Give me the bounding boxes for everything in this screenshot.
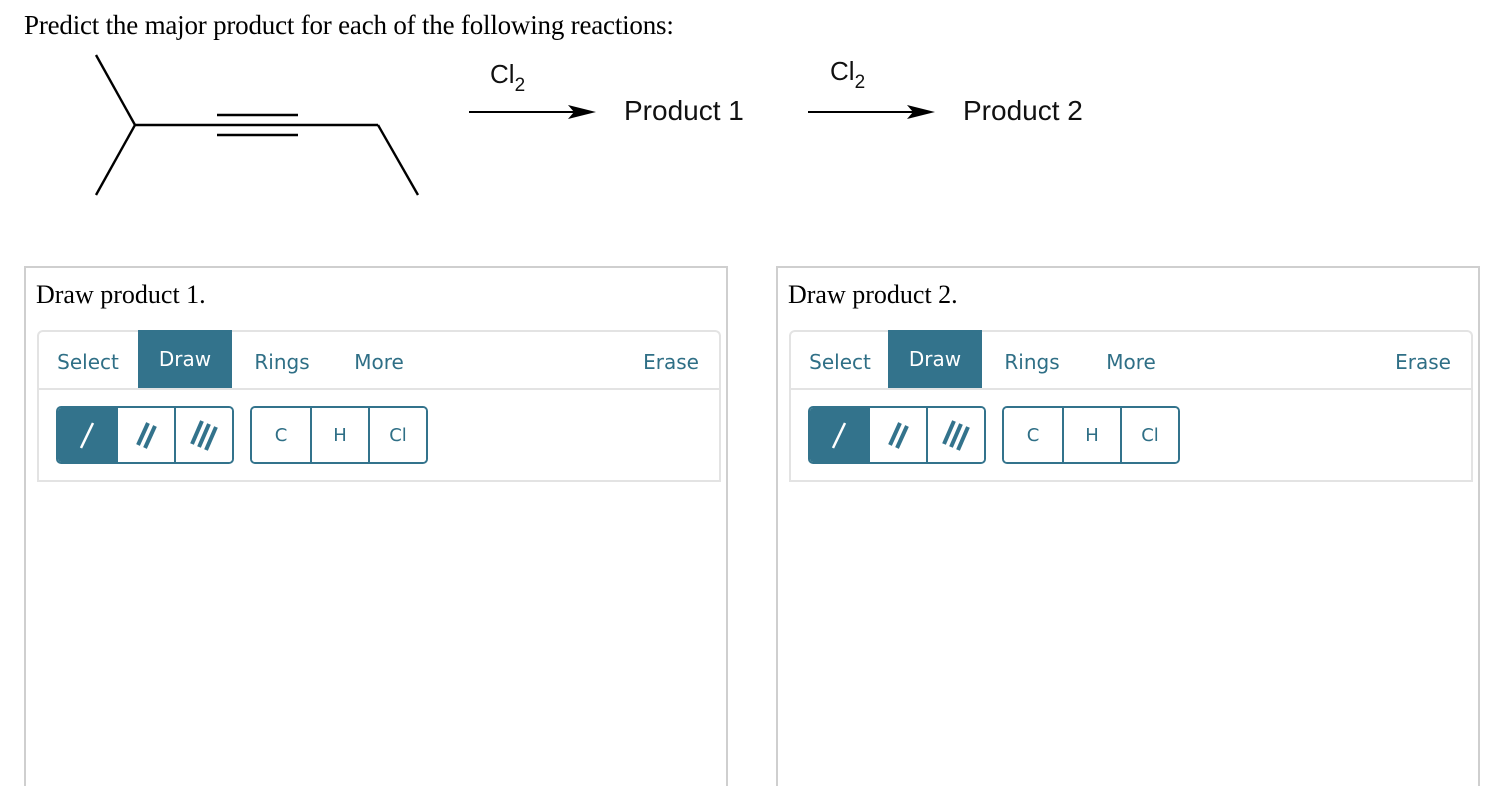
molecule-editor: Select Draw Rings More Erase C H Cl [789,330,1473,482]
bond [376,124,420,196]
reagent-1: Cl2 [490,59,525,96]
double-bond-icon [888,422,909,449]
bond [94,54,137,126]
bond-tool-group [808,406,986,464]
single-bond-icon [831,422,847,449]
draw-tools-panel: C H Cl [37,388,721,482]
reaction-arrow-1 [469,105,596,119]
erase-button[interactable]: Erase [1381,334,1465,390]
starting-material-structure [94,54,420,196]
atom-c-button[interactable]: C [252,408,310,462]
tab-draw[interactable]: Draw [138,330,232,388]
reaction-scheme: Cl2 Product 1 Cl2 Product 2 [94,54,1083,196]
triple-bond-button[interactable] [174,408,232,462]
single-bond-button[interactable] [58,408,116,462]
triple-bond-icon [190,420,218,451]
atom-tool-group: C H Cl [250,406,428,464]
draw-tools-panel: C H Cl [789,388,1473,482]
atom-h-button[interactable]: H [1062,408,1120,462]
product-1-label: Product 1 [624,95,744,126]
drawing-canvas[interactable] [778,486,1478,786]
atom-c-button[interactable]: C [1004,408,1062,462]
product-2-label: Product 2 [963,95,1083,126]
draw-panel-product-2: Draw product 2. Select Draw Rings More E… [776,266,1480,786]
erase-button[interactable]: Erase [629,334,713,390]
tab-rings[interactable]: Rings [989,334,1075,390]
triple-bond-button[interactable] [926,408,984,462]
bond-tool-group [56,406,234,464]
draw-panel-product-1: Draw product 1. Select Draw Rings More E… [24,266,728,786]
atom-h-button[interactable]: H [310,408,368,462]
panel-title: Draw product 2. [788,280,958,309]
single-bond-icon [79,422,95,449]
atom-tool-group: C H Cl [1002,406,1180,464]
reaction-arrow-2 [808,105,935,119]
molecule-editor: Select Draw Rings More Erase C H Cl [37,330,721,482]
double-bond-icon [136,422,157,449]
editor-toolbar: Select Draw Rings More Erase [37,330,721,388]
tab-select[interactable]: Select [43,334,133,390]
editor-toolbar: Select Draw Rings More Erase [789,330,1473,388]
bond [94,124,137,196]
drawing-canvas[interactable] [26,486,726,786]
tab-select[interactable]: Select [795,334,885,390]
tab-rings[interactable]: Rings [239,334,325,390]
triple-bond-icon [942,420,970,451]
reagent-2: Cl2 [830,56,865,93]
double-bond-button[interactable] [116,408,174,462]
tab-more[interactable]: More [1085,334,1177,390]
double-bond-button[interactable] [868,408,926,462]
tab-draw[interactable]: Draw [888,330,982,388]
panel-title: Draw product 1. [36,280,206,309]
tab-more[interactable]: More [333,334,425,390]
atom-cl-button[interactable]: Cl [1120,408,1178,462]
single-bond-button[interactable] [810,408,868,462]
atom-cl-button[interactable]: Cl [368,408,426,462]
